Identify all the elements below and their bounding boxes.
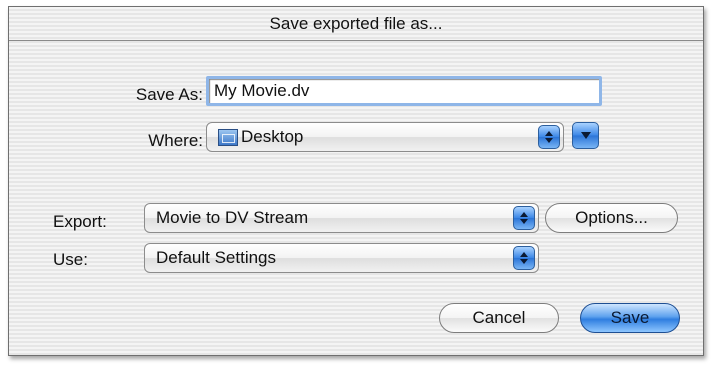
where-label: Where: xyxy=(148,131,203,150)
expand-browser-button[interactable] xyxy=(572,122,599,149)
use-value: Default Settings xyxy=(156,248,277,267)
dialog-title: Save exported file as... xyxy=(9,7,703,41)
save-dialog: Save exported file as... Save As: Where:… xyxy=(8,6,704,356)
popup-arrows-icon xyxy=(538,125,560,149)
save-as-label: Save As: xyxy=(135,85,203,104)
export-popup[interactable]: Movie to DV Stream xyxy=(144,203,539,233)
use-label: Use: xyxy=(53,250,88,269)
popup-arrows-icon xyxy=(513,206,535,230)
export-value: Movie to DV Stream xyxy=(156,208,309,227)
options-button[interactable]: Options... xyxy=(545,203,678,233)
where-popup[interactable]: Desktop xyxy=(206,122,564,152)
disclosure-triangle-icon xyxy=(580,132,591,139)
where-value: Desktop xyxy=(241,127,304,146)
export-label: Export: xyxy=(53,212,107,231)
use-popup[interactable]: Default Settings xyxy=(144,243,539,273)
save-button[interactable]: Save xyxy=(580,303,680,333)
cancel-button[interactable]: Cancel xyxy=(439,303,559,333)
popup-arrows-icon xyxy=(513,246,535,270)
save-as-field[interactable] xyxy=(206,76,602,106)
desktop-folder-icon xyxy=(218,128,238,146)
